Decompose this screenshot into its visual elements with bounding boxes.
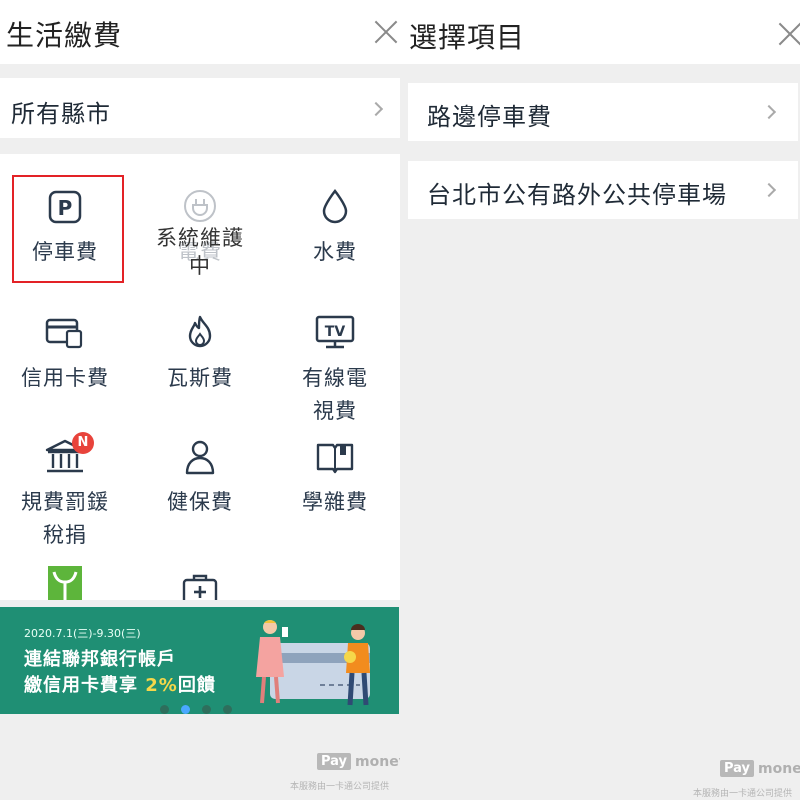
flame-icon — [188, 315, 212, 348]
tv-icon: TV — [315, 315, 355, 349]
carousel-dot[interactable] — [202, 705, 211, 714]
banner-subline: 繳信用卡費享 2%回饋 — [24, 671, 216, 697]
payment-item-government-fees[interactable]: N 規費罰鍰稅捐 — [0, 432, 130, 562]
credit-card-icon — [45, 318, 83, 349]
header: 生活繳費 — [0, 0, 400, 64]
service-note: 本服務由一卡通公司提供 — [290, 782, 390, 792]
payment-item-electricity: 電費 系統維護中 — [135, 174, 265, 284]
payment-item-label: 水費 — [313, 240, 357, 264]
payment-grid: P 停車費 電費 系統維護中 水費 信用卡費 瓦斯費 TV 有線電視費 N 規費… — [0, 154, 400, 600]
service-note: 本服務由一卡通公司提供 — [693, 789, 793, 799]
svg-text:P: P — [58, 196, 73, 220]
banner-illustration — [256, 620, 370, 706]
payment-item-medical[interactable] — [135, 564, 265, 600]
new-badge: N — [72, 432, 94, 454]
payment-item-tuition[interactable]: 學雜費 — [270, 432, 400, 542]
carousel-dots — [160, 699, 244, 714]
paymoney-logo: Paymoney — [720, 760, 800, 777]
chevron-right-icon — [368, 101, 384, 117]
option-label: 路邊停車費 — [427, 103, 552, 131]
banner-subline-prefix: 繳信用卡費享 — [24, 675, 146, 696]
payment-item-label: 規費罰鍰稅捐 — [21, 490, 109, 547]
maintenance-status: 系統維護中 — [156, 226, 244, 278]
option-roadside-parking[interactable]: 路邊停車費 — [408, 83, 798, 141]
chevron-right-icon — [761, 104, 777, 120]
payment-item-label: 瓦斯費 — [167, 366, 233, 390]
payment-item-label: 健保費 — [167, 490, 233, 514]
close-icon[interactable] — [778, 22, 800, 46]
carousel-dot[interactable] — [223, 705, 232, 714]
chevron-right-icon — [761, 182, 777, 198]
banner-subline-suffix: 回饋 — [177, 675, 216, 696]
page-title: 選擇項目 — [409, 21, 526, 54]
water-drop-icon — [322, 188, 348, 224]
payment-item-more[interactable] — [0, 564, 130, 600]
svg-text:TV: TV — [325, 324, 346, 340]
header: 選擇項目 — [400, 0, 800, 64]
plug-icon — [184, 190, 216, 222]
life-payment-panel: 生活繳費 所有縣市 P 停車費 電費 系統維護中 水費 信用卡費 瓦斯費 TV … — [0, 0, 408, 800]
payment-item-label: 信用卡費 — [21, 366, 109, 390]
book-icon — [316, 443, 354, 474]
carousel-dot[interactable] — [160, 705, 169, 714]
payment-item-gas[interactable]: 瓦斯費 — [135, 306, 265, 416]
payment-item-water[interactable]: 水費 — [270, 174, 400, 284]
payment-item-credit-card[interactable]: 信用卡費 — [0, 306, 130, 416]
logo-pay: Pay — [317, 753, 352, 770]
banner-percent: 2% — [145, 675, 178, 696]
logo-money: money — [758, 760, 800, 777]
person-icon — [185, 440, 215, 475]
banner-date: 2020.7.1(三)-9.30(三) — [24, 627, 141, 640]
payment-item-label: 有線電視費 — [302, 366, 368, 423]
logo-pay: Pay — [720, 760, 755, 777]
banner-headline: 連結聯邦銀行帳戶 — [24, 649, 176, 670]
page-title: 生活繳費 — [6, 19, 123, 52]
county-selector[interactable]: 所有縣市 — [0, 78, 400, 138]
county-label: 所有縣市 — [11, 100, 111, 128]
promo-banner[interactable]: 2020.7.1(三)-9.30(三) 連結聯邦銀行帳戶 繳信用卡費享 2%回饋 — [0, 607, 399, 714]
option-taipei-public-parking[interactable]: 台北市公有路外公共停車場 — [408, 161, 798, 219]
payment-item-cable-tv[interactable]: TV 有線電視費 — [270, 306, 400, 436]
payment-item-health-insurance[interactable]: 健保費 — [135, 432, 265, 542]
carousel-dot-active[interactable] — [181, 705, 190, 714]
payment-item-label: 學雜費 — [302, 490, 368, 514]
parking-icon: P — [48, 190, 82, 224]
paymoney-logo: Paymoney — [317, 753, 408, 770]
green-tree-logo-icon — [48, 566, 82, 600]
medical-kit-icon — [182, 574, 218, 600]
payment-item-label: 停車費 — [32, 240, 98, 264]
close-icon[interactable] — [374, 20, 398, 44]
option-label: 台北市公有路外公共停車場 — [427, 181, 727, 209]
select-item-panel: 選擇項目 路邊停車費 台北市公有路外公共停車場 Paymoney 本服務由一卡通… — [400, 0, 800, 800]
payment-item-parking[interactable]: P 停車費 — [0, 174, 130, 284]
